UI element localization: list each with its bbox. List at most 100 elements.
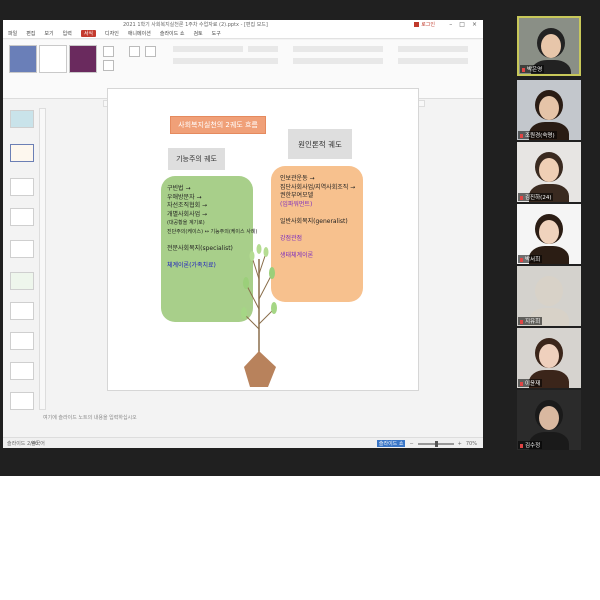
slide-thumbnail[interactable] (10, 392, 34, 410)
zoom-slider[interactable] (417, 440, 454, 447)
slide-thumbnail[interactable] (10, 208, 34, 226)
layout-thumbnail[interactable] (9, 45, 37, 73)
slide-thumbnail[interactable] (10, 240, 34, 258)
causal-item: (임파워먼트) (280, 200, 313, 208)
zoom-minus-icon[interactable]: − (409, 441, 413, 447)
functional-item: 자선조직협회 → (167, 202, 208, 210)
slide-thumbnail[interactable] (10, 362, 34, 380)
paragraph-row[interactable] (293, 58, 383, 64)
menu-tab-file[interactable]: 파일 (8, 30, 17, 37)
mic-muted-icon (520, 443, 523, 448)
menu-tab-slideshow[interactable]: 슬라이드 쇼 (160, 30, 185, 37)
menu-tab-review[interactable]: 검토 (193, 30, 202, 37)
slideshow-button[interactable]: 슬라이드 쇼 (376, 440, 406, 447)
causal-item: 권한부여모델 (280, 192, 314, 200)
participant-name-label: 김진하(24) (525, 195, 552, 201)
slide-thumbnail-pane (3, 100, 39, 422)
causal-item: 일반사회복지(generalist) (280, 217, 348, 225)
mic-muted-icon (520, 133, 523, 138)
causal-track-label: 원인론적 궤도 (288, 129, 352, 159)
participant-name-label: 이윤재 (525, 381, 541, 387)
slide-thumbnail[interactable] (10, 178, 34, 196)
minimize-icon[interactable]: – (449, 21, 452, 28)
functional-item: 진단주의(케이스) ↔ 기능주의(케이스 사례) (167, 228, 258, 235)
participant-face (539, 282, 559, 306)
user-icon (414, 22, 420, 27)
participant-face (541, 34, 561, 58)
participant-name-label: 박은영 (527, 67, 543, 73)
font-select[interactable] (173, 46, 243, 52)
participant-face (539, 406, 559, 430)
participant-name: 김수정 (518, 441, 543, 449)
notes-placeholder: 여기에 슬라이드 노트의 내용을 입력하십시오 (43, 415, 137, 421)
layout-thumbnail[interactable] (69, 45, 97, 73)
style-row[interactable] (398, 58, 468, 64)
causal-item (280, 227, 355, 236)
participant-name-label: 김수정 (525, 443, 541, 449)
participant-name: 김진하(24) (518, 193, 554, 201)
participant-tile[interactable]: 김수정 (517, 390, 581, 450)
participant-tile[interactable]: 김진하(24) (517, 142, 581, 202)
format-row[interactable] (173, 58, 278, 64)
close-icon[interactable]: × (472, 21, 477, 28)
participant-tile[interactable]: 조원경(숙명) (517, 80, 581, 140)
participant-name-label: 조원경(숙명) (525, 133, 555, 139)
slide-canvas[interactable]: 사회복지실천의 2궤도 흐름 기능주의 궤도 원인론적 궤도 구빈법 → 우애방문… (107, 88, 419, 391)
participant-name: 지유희 (518, 317, 543, 325)
menu-tab-insert[interactable]: 입력 (63, 30, 72, 37)
participant-name-label: 박서희 (525, 257, 541, 263)
slide-thumbnail[interactable] (10, 302, 34, 320)
causal-item: 집단사회사업/지역사회조직 → (280, 183, 356, 191)
mic-muted-icon (520, 319, 523, 324)
menu-tab-edit[interactable]: 편집 (26, 30, 35, 37)
style-row[interactable] (398, 46, 468, 52)
maximize-icon[interactable]: □ (459, 21, 465, 28)
causal-track-list: 인보관운동 → 집단사회사업/지역사회조직 → 권한부여모델 (임파워먼트) 일반사회… (280, 175, 355, 261)
menu-tab-design[interactable]: 디자인 (105, 30, 119, 37)
menu-tab-view[interactable]: 보기 (44, 30, 53, 37)
layout-thumbnail[interactable] (39, 45, 67, 73)
slide-thumbnail[interactable] (10, 110, 34, 128)
causal-item: 강점관점 (280, 235, 303, 243)
slide-thumbnail[interactable] (10, 272, 34, 290)
causal-item: 생태체계이론 (280, 252, 314, 260)
ribbon-button[interactable] (103, 46, 114, 57)
participant-name: 박서희 (518, 255, 543, 263)
notes-pane[interactable]: 여기에 슬라이드 노트의 내용을 입력하십시오 (39, 412, 483, 430)
ribbon-button[interactable] (103, 60, 114, 71)
document-title: 2021 1학기 사회복지실천론 1주차 수업자료 (2).pptx - [편집… (123, 22, 268, 28)
slide-thumbnail[interactable] (10, 332, 34, 350)
mic-muted-icon (520, 257, 523, 262)
functional-item: 우애방문자 → (167, 193, 202, 201)
participant-tile[interactable]: 이윤재 (517, 328, 581, 388)
menu-tab-tools[interactable]: 도구 (212, 30, 221, 37)
participant-tile[interactable]: 지유희 (517, 266, 581, 326)
vertical-ruler (39, 108, 46, 410)
participant-face (539, 220, 559, 244)
participant-name-label: 지유희 (525, 319, 541, 325)
causal-item: 인보관운동 → (280, 175, 315, 182)
participant-tile[interactable]: 박서희 (517, 204, 581, 264)
participant-face (539, 158, 559, 182)
participant-tile[interactable]: 박은영 (517, 16, 581, 76)
paragraph-row[interactable] (293, 46, 383, 52)
causal-item (280, 209, 355, 218)
ribbon-button[interactable] (145, 46, 156, 57)
desktop-screen: 2021 1학기 사회복지실천론 1주차 수업자료 (2).pptx - [편집… (0, 0, 600, 476)
mic-muted-icon (522, 67, 525, 72)
font-size-select[interactable] (248, 46, 278, 52)
zoom-plus-icon[interactable]: + (458, 441, 462, 447)
participant-name: 조원경(숙명) (518, 131, 557, 139)
account-button[interactable]: 로그인 (414, 21, 435, 28)
mic-muted-icon (520, 195, 523, 200)
functional-item: (대공황을 계기로) (167, 220, 205, 227)
slide-thumbnail[interactable] (10, 144, 34, 162)
menu-tab-format[interactable]: 서식 (80, 30, 97, 37)
menu-bar: 파일 편집 보기 입력 서식 디자인 애니메이션 슬라이드 쇼 검토 도구 (3, 29, 483, 39)
status-bar: 슬라이드 2/40 한국어 슬라이드 쇼 − + 70% (3, 437, 483, 448)
slide-title: 사회복지실천의 2궤도 흐름 (170, 116, 266, 134)
participant-face (539, 344, 559, 368)
ribbon-button[interactable] (129, 46, 140, 57)
menu-tab-animation[interactable]: 애니메이션 (128, 30, 151, 37)
title-bar: 2021 1학기 사회복지실천론 1주차 수업자료 (2).pptx - [편집… (3, 20, 483, 29)
